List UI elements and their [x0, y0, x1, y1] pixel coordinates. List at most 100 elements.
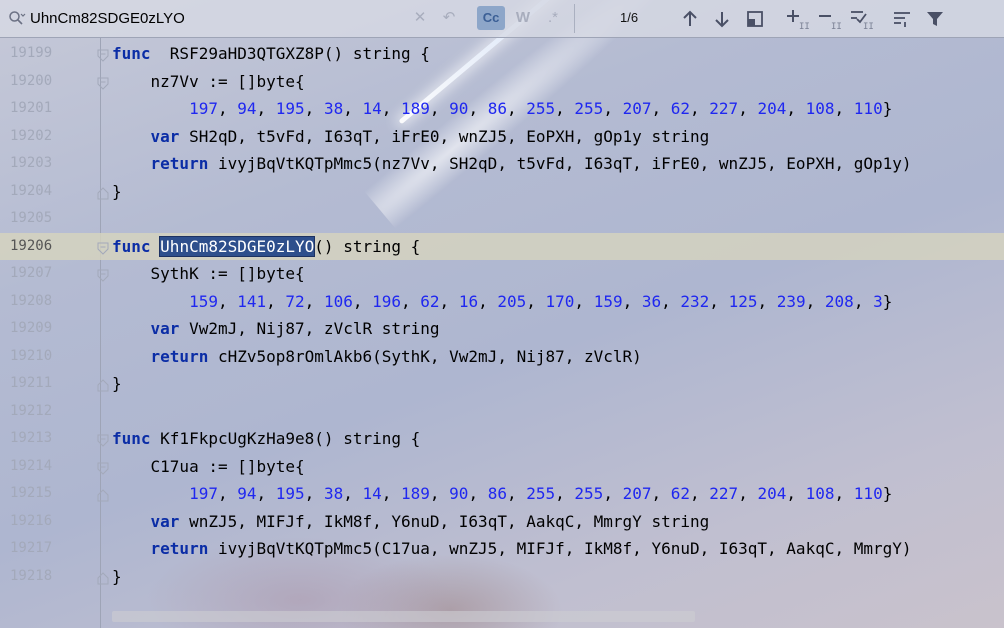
- fold-end-icon[interactable]: [97, 377, 109, 392]
- svg-text:II: II: [863, 22, 873, 31]
- fold-end-icon[interactable]: [97, 487, 109, 502]
- number-literal: 195: [275, 484, 305, 503]
- code-text[interactable]: }: [112, 370, 122, 397]
- match-case-icon[interactable]: Cc: [477, 6, 505, 30]
- code-token: ,: [429, 484, 450, 503]
- line-number: 19214: [10, 457, 53, 474]
- words-icon[interactable]: W: [513, 8, 533, 28]
- code-text[interactable]: 197, 94, 195, 38, 14, 189, 90, 86, 255, …: [112, 480, 892, 507]
- line-number: 19213: [10, 430, 53, 446]
- number-literal: 86: [487, 484, 507, 503]
- code-line[interactable]: 19203 return ivyjBqVtKQTpMmc5(nz7Vv, SH2…: [0, 150, 1004, 177]
- code-line[interactable]: 19212: [0, 398, 1004, 425]
- number-literal: 196: [372, 291, 402, 311]
- code-line[interactable]: 19210 return cHZv5op8rOmlAkb6(SythK, Vw2…: [0, 343, 1004, 370]
- keyword-token: return: [150, 154, 209, 173]
- number-literal: 38: [323, 99, 344, 118]
- keyword-token: var: [150, 126, 180, 146]
- code-line[interactable]: 19214 C17ua := []byte{: [0, 453, 1004, 480]
- code-text[interactable]: return cHZv5op8rOmlAkb6(SythK, Vw2mJ, Ni…: [112, 343, 642, 370]
- code-token: ,: [352, 291, 373, 311]
- code-line[interactable]: 19216 var wnZJ5, MIFJf, IkM8f, Y6nuD, I6…: [0, 508, 1004, 535]
- filter-icon[interactable]: [923, 7, 947, 31]
- code-line[interactable]: 19207 SythK := []byte{: [0, 260, 1004, 287]
- code-line[interactable]: 19201 197, 94, 195, 38, 14, 189, 90, 86,…: [0, 95, 1004, 122]
- fold-end-icon[interactable]: [97, 570, 109, 584]
- number-literal: 90: [449, 99, 469, 118]
- fold-collapse-icon[interactable]: [97, 432, 109, 447]
- number-literal: 14: [362, 484, 382, 503]
- fold-collapse-icon[interactable]: [97, 267, 109, 282]
- code-text[interactable]: func UhnCm82SDGE0zLYO() string {: [112, 233, 420, 260]
- code-text[interactable]: var wnZJ5, MIFJf, IkM8f, Y6nuD, I63qT, A…: [112, 508, 710, 535]
- regex-icon[interactable]: .*: [543, 8, 563, 28]
- code-text[interactable]: C17ua := []byte{: [112, 453, 305, 480]
- select-all-occurrences-icon[interactable]: II: [849, 7, 874, 32]
- code-line[interactable]: 19217 return ivyjBqVtKQTpMmc5(C17ua, wnZ…: [0, 535, 1004, 562]
- code-text[interactable]: }: [112, 178, 122, 205]
- fold-collapse-icon[interactable]: [97, 75, 109, 90]
- code-token: ,: [651, 99, 671, 118]
- code-token: }: [112, 181, 122, 201]
- code-line[interactable]: 19200 nz7Vv := []byte{: [0, 68, 1004, 95]
- fold-collapse-icon[interactable]: [97, 47, 109, 62]
- horizontal-scrollbar[interactable]: [112, 611, 695, 622]
- code-text[interactable]: nz7Vv := []byte{: [112, 68, 305, 95]
- code-token: ,: [217, 99, 238, 118]
- code-line[interactable]: 19208 159, 141, 72, 106, 196, 62, 16, 20…: [0, 288, 1004, 315]
- code-text[interactable]: }: [112, 563, 122, 590]
- svg-text:II: II: [799, 22, 809, 31]
- code-token: ,: [690, 484, 710, 503]
- code-token: ,: [805, 291, 825, 311]
- code-text[interactable]: func Kf1FkpcUgKzHa9e8() string {: [112, 425, 420, 452]
- multiline-icon[interactable]: [891, 7, 915, 31]
- fold-end-icon[interactable]: [97, 185, 109, 199]
- number-literal: 195: [275, 99, 305, 118]
- code-text[interactable]: 159, 141, 72, 106, 196, 62, 16, 205, 170…: [112, 288, 892, 315]
- code-line[interactable]: 19205: [0, 205, 1004, 232]
- code-text[interactable]: SythK := []byte{: [112, 260, 305, 287]
- line-number: 19208: [10, 292, 53, 309]
- number-literal: 189: [401, 484, 430, 503]
- code-line[interactable]: 19213 func Kf1FkpcUgKzHa9e8() string {: [0, 425, 1004, 452]
- fold-collapse-icon[interactable]: [97, 240, 109, 255]
- line-number: 19203: [10, 155, 53, 171]
- add-selection-icon[interactable]: II: [785, 7, 810, 32]
- select-all-icon[interactable]: [743, 7, 767, 31]
- search-icon[interactable]: [8, 10, 26, 26]
- number-literal: 255: [526, 99, 556, 118]
- remove-selection-icon[interactable]: II: [817, 7, 842, 32]
- code-line[interactable]: 19202 var SH2qD, t5vFd, I63qT, iFrE0, wn…: [0, 123, 1004, 150]
- code-token: ,: [526, 291, 546, 311]
- current-code-line[interactable]: 19206 func UhnCm82SDGE0zLYO() string {: [0, 232, 1004, 260]
- code-text[interactable]: 197, 94, 195, 38, 14, 189, 90, 86, 255, …: [112, 95, 892, 122]
- code-text[interactable]: var Vw2mJ, Nij87, zVclR string: [112, 315, 440, 342]
- code-line[interactable]: 19211}: [0, 370, 1004, 397]
- next-occurrence-icon[interactable]: [710, 7, 734, 31]
- code-text[interactable]: return ivyjBqVtKQTpMmc5(nz7Vv, SH2qD, t5…: [112, 150, 912, 177]
- number-literal: 189: [401, 99, 430, 118]
- code-token: ,: [343, 99, 363, 118]
- code-line[interactable]: 19209 var Vw2mJ, Nij87, zVclR string: [0, 315, 1004, 342]
- clear-icon[interactable]: ✕: [410, 8, 430, 28]
- code-token: ,: [468, 99, 488, 118]
- line-number: 19212: [10, 402, 53, 419]
- code-line[interactable]: 19204}: [0, 178, 1004, 205]
- prev-occurrence-icon[interactable]: [678, 7, 702, 31]
- fold-collapse-icon[interactable]: [97, 460, 109, 475]
- line-number: 19216: [10, 512, 53, 529]
- code-token: C17ua := []byte{: [112, 456, 305, 476]
- search-input[interactable]: [30, 7, 400, 29]
- code-line[interactable]: 19218}: [0, 563, 1004, 590]
- code-token: ,: [304, 291, 324, 311]
- code-text[interactable]: func RSF29aHD3QTGXZ8P() string {: [112, 40, 430, 67]
- history-icon[interactable]: ↶: [439, 8, 459, 28]
- code-token: ,: [381, 99, 401, 118]
- code-line[interactable]: 19215 197, 94, 195, 38, 14, 189, 90, 86,…: [0, 480, 1004, 507]
- code-line[interactable]: 19199 func RSF29aHD3QTGXZ8P() string {: [0, 40, 1004, 67]
- code-text[interactable]: var SH2qD, t5vFd, I63qT, iFrE0, wnZJ5, E…: [112, 123, 710, 150]
- number-literal: 110: [853, 484, 883, 503]
- number-literal: 62: [420, 291, 440, 311]
- code-text[interactable]: return ivyjBqVtKQTpMmc5(C17ua, wnZJ5, MI…: [112, 535, 912, 562]
